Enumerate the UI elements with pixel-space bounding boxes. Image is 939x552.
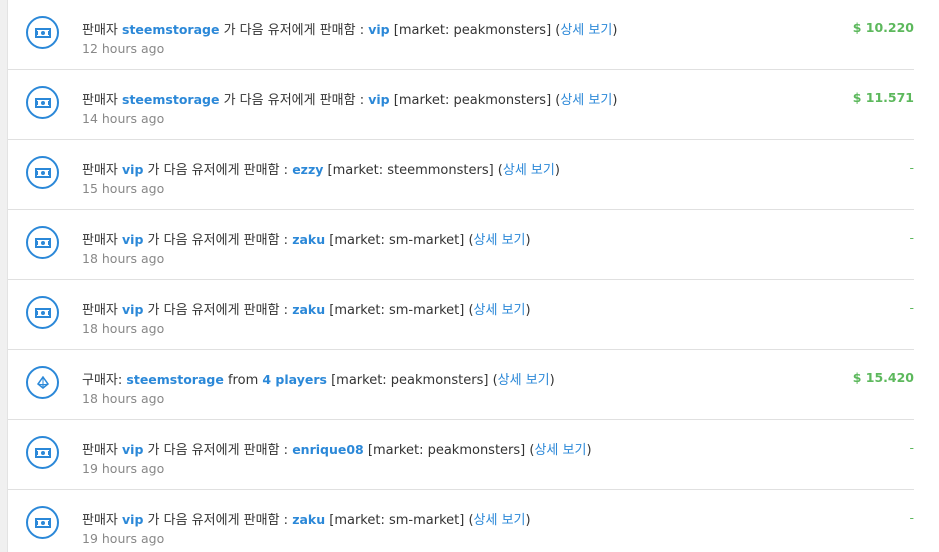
amount: -: [909, 230, 914, 245]
user-link[interactable]: ezzy: [292, 162, 323, 177]
timestamp: 18 hours ago: [82, 251, 165, 266]
timestamp: 14 hours ago: [82, 111, 165, 126]
user-link[interactable]: zaku: [292, 302, 325, 317]
details-link[interactable]: 상세 보기: [474, 513, 526, 528]
user-link[interactable]: zaku: [292, 232, 325, 247]
list-item: 판매자 vip 가 다음 유저에게 판매함 : zaku [market: sm…: [8, 210, 914, 280]
cash-icon: [26, 86, 59, 119]
transaction-list: 판매자 steemstorage 가 다음 유저에게 판매함 : vip [ma…: [7, 0, 939, 552]
cash-icon: [26, 296, 59, 329]
user-link[interactable]: steemstorage: [126, 372, 223, 387]
diamond-icon: [26, 366, 59, 399]
user-link[interactable]: vip: [368, 92, 389, 107]
user-link[interactable]: vip: [122, 442, 143, 457]
timestamp: 18 hours ago: [82, 391, 165, 406]
details-link[interactable]: 상세 보기: [498, 373, 550, 388]
user-link[interactable]: steemstorage: [122, 92, 219, 107]
timestamp: 15 hours ago: [82, 181, 165, 196]
amount: -: [909, 160, 914, 175]
transaction-message: 판매자 vip 가 다음 유저에게 판매함 : zaku [market: sm…: [82, 302, 531, 318]
list-item: 판매자 steemstorage 가 다음 유저에게 판매함 : vip [ma…: [8, 70, 914, 140]
user-link[interactable]: enrique08: [292, 442, 364, 457]
transaction-message: 판매자 vip 가 다음 유저에게 판매함 : enrique08 [marke…: [82, 442, 592, 458]
user-link[interactable]: vip: [122, 232, 143, 247]
details-link[interactable]: 상세 보기: [474, 233, 526, 248]
list-item: 판매자 vip 가 다음 유저에게 판매함 : zaku [market: sm…: [8, 490, 914, 552]
amount: $ 15.420: [852, 370, 914, 385]
list-item: 판매자 vip 가 다음 유저에게 판매함 : ezzy [market: st…: [8, 140, 914, 210]
timestamp: 18 hours ago: [82, 321, 165, 336]
list-item: 구매자: steemstorage from 4 players [market…: [8, 350, 914, 420]
details-link[interactable]: 상세 보기: [474, 303, 526, 318]
transaction-message: 판매자 steemstorage 가 다음 유저에게 판매함 : vip [ma…: [82, 22, 618, 38]
timestamp: 19 hours ago: [82, 461, 165, 476]
cash-icon: [26, 436, 59, 469]
list-item: 판매자 vip 가 다음 유저에게 판매함 : zaku [market: sm…: [8, 280, 914, 350]
details-link[interactable]: 상세 보기: [560, 23, 612, 38]
user-link[interactable]: vip: [122, 162, 143, 177]
timestamp: 12 hours ago: [82, 41, 165, 56]
user-link[interactable]: steemstorage: [122, 22, 219, 37]
cash-icon: [26, 156, 59, 189]
amount: $ 10.220: [852, 20, 914, 35]
details-link[interactable]: 상세 보기: [534, 443, 586, 458]
amount: -: [909, 510, 914, 525]
details-link[interactable]: 상세 보기: [503, 163, 555, 178]
list-item: 판매자 steemstorage 가 다음 유저에게 판매함 : vip [ma…: [8, 0, 914, 70]
amount: -: [909, 300, 914, 315]
details-link[interactable]: 상세 보기: [560, 93, 612, 108]
transaction-message: 판매자 vip 가 다음 유저에게 판매함 : ezzy [market: st…: [82, 162, 560, 178]
user-link[interactable]: vip: [368, 22, 389, 37]
cash-icon: [26, 506, 59, 539]
transaction-message: 판매자 vip 가 다음 유저에게 판매함 : zaku [market: sm…: [82, 512, 531, 528]
cash-icon: [26, 226, 59, 259]
user-link[interactable]: zaku: [292, 512, 325, 527]
timestamp: 19 hours ago: [82, 531, 165, 546]
transaction-message: 판매자 vip 가 다음 유저에게 판매함 : zaku [market: sm…: [82, 232, 531, 248]
transaction-message: 판매자 steemstorage 가 다음 유저에게 판매함 : vip [ma…: [82, 92, 618, 108]
amount: $ 11.571: [852, 90, 914, 105]
cash-icon: [26, 16, 59, 49]
amount: -: [909, 440, 914, 455]
user-link[interactable]: vip: [122, 302, 143, 317]
user-link[interactable]: vip: [122, 512, 143, 527]
list-item: 판매자 vip 가 다음 유저에게 판매함 : enrique08 [marke…: [8, 420, 914, 490]
players-link[interactable]: 4 players: [262, 372, 327, 387]
transaction-message: 구매자: steemstorage from 4 players [market…: [82, 372, 555, 388]
